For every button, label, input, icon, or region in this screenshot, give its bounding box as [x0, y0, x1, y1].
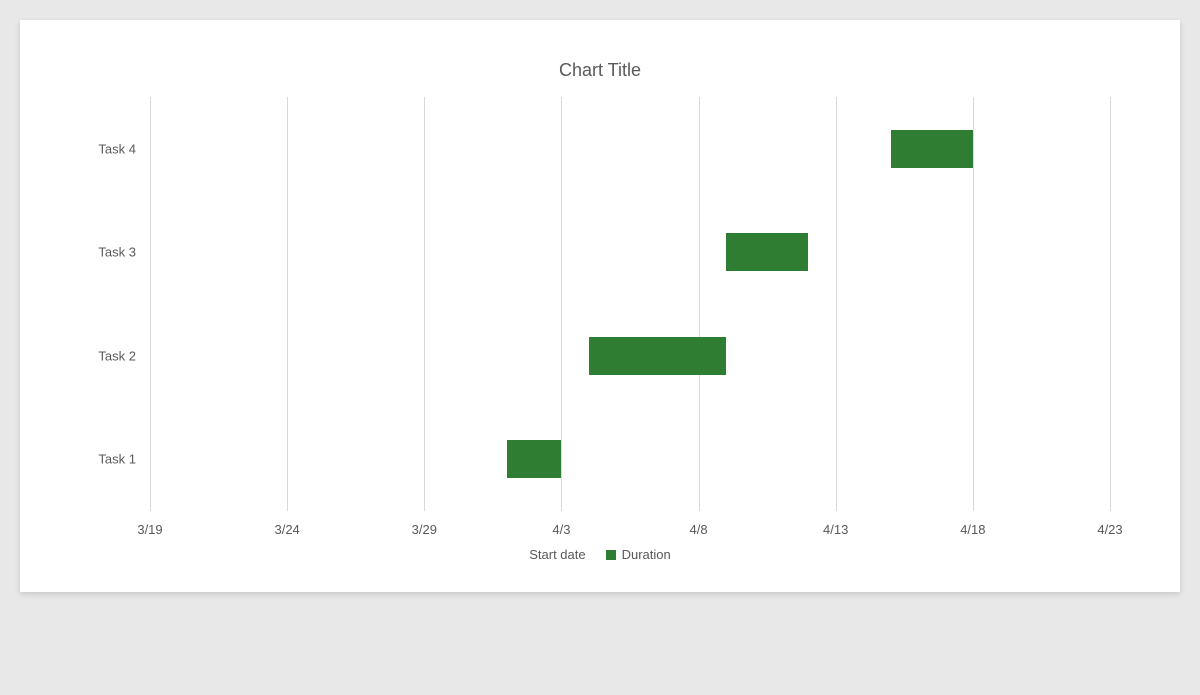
x-tick-label: 4/18: [960, 522, 985, 537]
x-tick-label: 3/24: [274, 522, 299, 537]
gridline: [699, 97, 700, 511]
gridline: [561, 97, 562, 511]
legend-label: Duration: [622, 547, 671, 562]
legend-swatch-icon: [606, 550, 616, 560]
gantt-bar: [589, 337, 726, 375]
gantt-bar: [891, 130, 973, 168]
gridline: [836, 97, 837, 511]
gridline: [424, 97, 425, 511]
y-tick-label: Task 1: [98, 452, 150, 467]
x-tick-label: 4/23: [1097, 522, 1122, 537]
gridline: [1110, 97, 1111, 511]
x-tick-label: 4/3: [552, 522, 570, 537]
y-tick-label: Task 3: [98, 245, 150, 260]
x-tick-label: 4/8: [690, 522, 708, 537]
chart-title: Chart Title: [80, 60, 1120, 81]
y-tick-label: Task 2: [98, 348, 150, 363]
legend: Start date Duration: [80, 547, 1120, 562]
gridline: [150, 97, 151, 511]
legend-item-start-date: Start date: [529, 547, 585, 562]
x-tick-label: 4/13: [823, 522, 848, 537]
x-tick-label: 3/19: [137, 522, 162, 537]
gantt-bar: [726, 233, 808, 271]
chart-card: Chart Title 3/19 3/24 3/29 4/3 4/8 4/13 4/18 4/…: [20, 20, 1180, 592]
gridline: [287, 97, 288, 511]
y-tick-label: Task 4: [98, 141, 150, 156]
x-tick-label: 3/29: [412, 522, 437, 537]
legend-label: Start date: [529, 547, 585, 562]
gridline: [973, 97, 974, 511]
gantt-bar: [507, 440, 562, 478]
legend-item-duration: Duration: [606, 547, 671, 562]
plot-area: 3/193/243/294/34/84/134/184/23Task 4Task…: [150, 97, 1110, 537]
